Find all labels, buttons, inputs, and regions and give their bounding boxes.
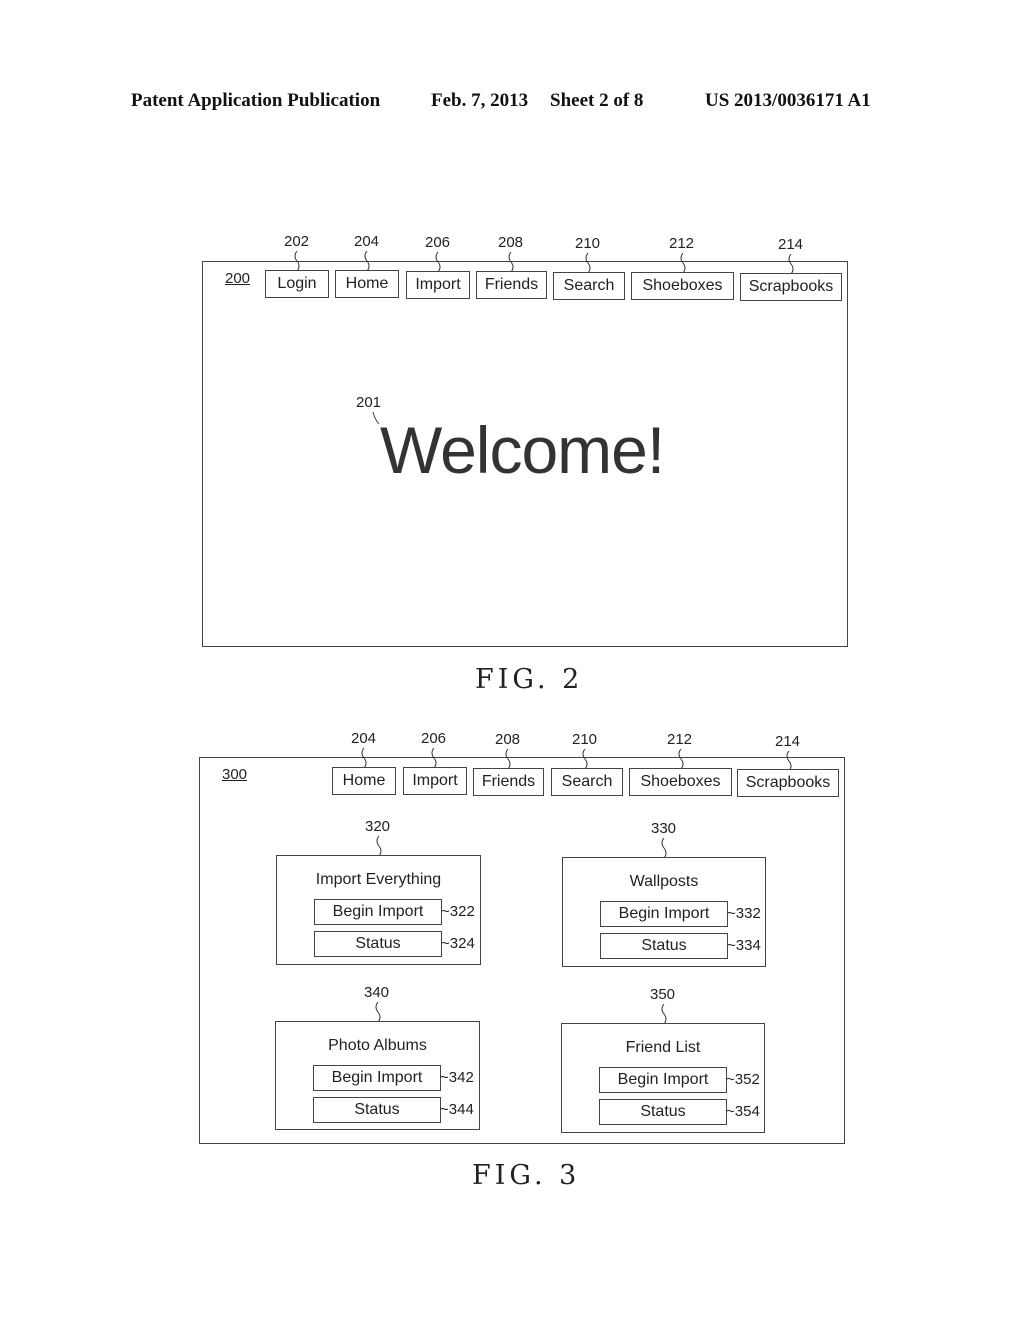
nav-ref-shoeboxes: 212 [669, 235, 695, 252]
publication-date: Feb. 7, 2013 [431, 90, 529, 111]
card-title: Photo Albums [328, 1037, 427, 1054]
leader-line [659, 1004, 669, 1024]
leader-line [583, 253, 593, 273]
nav-ref-import: 206 [421, 730, 447, 747]
card-ref: 350 [650, 986, 676, 1003]
leader-line [429, 748, 439, 768]
publication-label: Patent Application Publication [131, 90, 381, 111]
fig2-caption: FIG. 2 [475, 664, 584, 695]
nav-home-button[interactable]: Home [332, 767, 396, 795]
nav-friends-button[interactable]: Friends [473, 768, 544, 796]
sheet-number: Sheet 2 of 8 [550, 90, 644, 111]
button-ref: ~354 [726, 1103, 760, 1120]
nav-search-button[interactable]: Search [551, 768, 623, 796]
card-title: Friend List [625, 1039, 701, 1056]
status-button[interactable]: Status [313, 1097, 441, 1123]
nav-home-button[interactable]: Home [335, 270, 399, 298]
nav-ref-home: 204 [351, 730, 377, 747]
button-ref: ~334 [727, 937, 761, 954]
nav-login-button[interactable]: Login [265, 270, 329, 298]
nav-ref-friends: 208 [498, 234, 524, 251]
leader-line [503, 749, 513, 769]
card-title: Import Everything [315, 871, 442, 888]
nav-ref-friends: 208 [495, 731, 521, 748]
card-ref: 320 [365, 818, 391, 835]
leader-line [580, 749, 590, 769]
nav-ref-scrapbooks: 214 [775, 733, 801, 750]
nav-scrapbooks-button[interactable]: Scrapbooks [740, 273, 842, 301]
status-button[interactable]: Status [600, 933, 728, 959]
card-ref: 330 [651, 820, 677, 837]
button-ref: ~324 [441, 935, 475, 952]
nav-ref-home: 204 [354, 233, 380, 250]
fig3-ref: 300 [222, 766, 248, 783]
leader-line [374, 836, 384, 856]
nav-shoeboxes-button[interactable]: Shoeboxes [629, 768, 732, 796]
begin-import-button[interactable]: Begin Import [599, 1067, 727, 1093]
button-ref: ~332 [727, 905, 761, 922]
fig2-ref: 200 [225, 270, 251, 287]
begin-import-button[interactable]: Begin Import [313, 1065, 441, 1091]
nav-import-button[interactable]: Import [403, 767, 467, 795]
nav-ref-import: 206 [425, 234, 451, 251]
nav-shoeboxes-button[interactable]: Shoeboxes [631, 272, 734, 300]
leader-line [433, 252, 443, 272]
leader-line [359, 748, 369, 768]
welcome-ref: 201 [356, 394, 382, 411]
leader-line [786, 254, 796, 274]
nav-scrapbooks-button[interactable]: Scrapbooks [737, 769, 839, 797]
welcome-heading: Welcome! [380, 413, 665, 487]
nav-import-button[interactable]: Import [406, 271, 470, 299]
nav-ref-login: 202 [284, 233, 310, 250]
leader-line [676, 749, 686, 769]
card-ref: 340 [364, 984, 390, 1001]
leader-line [659, 838, 669, 858]
nav-ref-search: 210 [575, 235, 601, 252]
begin-import-button[interactable]: Begin Import [314, 899, 442, 925]
leader-line [292, 251, 302, 271]
card-title: Wallposts [629, 873, 699, 890]
patent-number: US 2013/0036171 A1 [705, 90, 871, 111]
nav-ref-shoeboxes: 212 [667, 731, 693, 748]
button-ref: ~342 [440, 1069, 474, 1086]
status-button[interactable]: Status [599, 1099, 727, 1125]
leader-line [506, 252, 516, 272]
button-ref: ~344 [440, 1101, 474, 1118]
fig3-caption: FIG. 3 [472, 1160, 581, 1191]
nav-ref-search: 210 [572, 731, 598, 748]
nav-search-button[interactable]: Search [553, 272, 625, 300]
nav-friends-button[interactable]: Friends [476, 271, 547, 299]
button-ref: ~322 [441, 903, 475, 920]
button-ref: ~352 [726, 1071, 760, 1088]
leader-line [373, 1002, 383, 1022]
leader-line [784, 751, 794, 771]
nav-ref-scrapbooks: 214 [778, 236, 804, 253]
leader-line [678, 253, 688, 273]
leader-line [362, 251, 372, 271]
status-button[interactable]: Status [314, 931, 442, 957]
begin-import-button[interactable]: Begin Import [600, 901, 728, 927]
